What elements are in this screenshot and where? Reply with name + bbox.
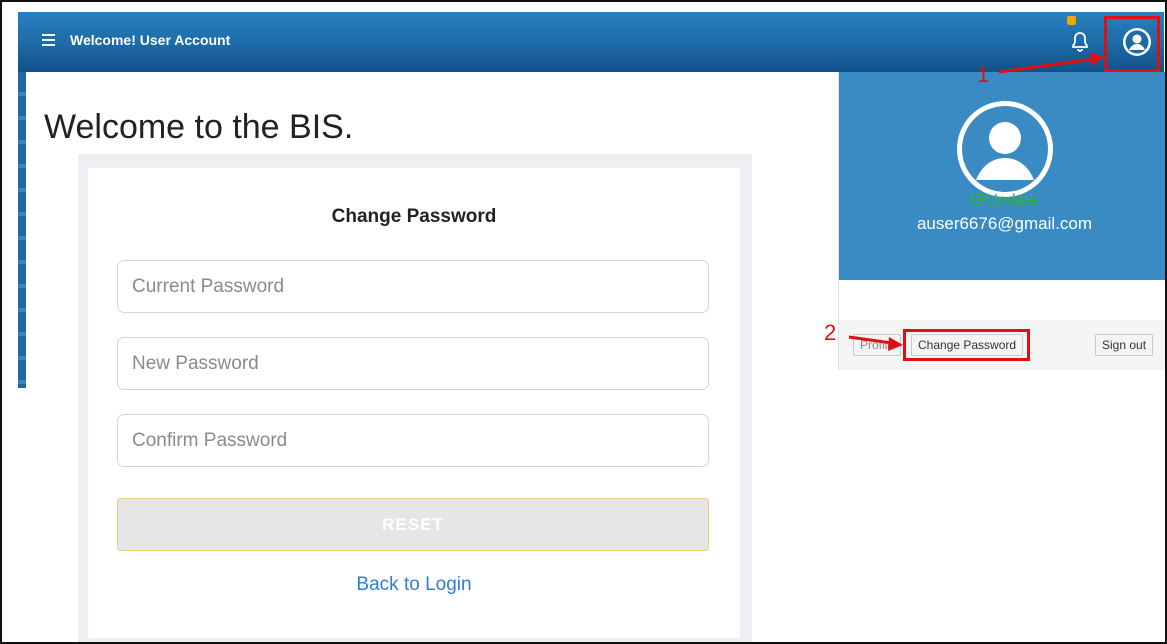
annotation-box-2	[903, 329, 1030, 361]
new-password-input[interactable]	[117, 337, 709, 390]
annotation-box-1	[1104, 16, 1160, 72]
user-dropdown: Update auser6676@gmail.com Profile Chang…	[838, 72, 1165, 370]
form-title: Change Password	[331, 206, 497, 227]
current-password-input[interactable]	[117, 260, 709, 313]
profile-button[interactable]: Profile	[853, 334, 902, 356]
update-profile-link[interactable]: Update	[839, 192, 1165, 210]
hamburger-icon[interactable]	[42, 34, 55, 46]
reset-button[interactable]: RESET	[117, 498, 709, 551]
user-avatar-large-icon	[957, 101, 1053, 197]
page-title: Welcome to the BIS.	[44, 108, 354, 146]
update-label: Update	[986, 192, 1038, 209]
top-navbar: Welcome! User Account	[18, 12, 1164, 72]
screenshot-frame: Welcome! User Account Welcome to the BIS…	[0, 0, 1167, 644]
back-to-login-link[interactable]: Back to Login	[88, 574, 740, 596]
change-password-card: Change Password RESET Back to Login	[88, 168, 740, 638]
edit-icon	[971, 193, 986, 205]
annotation-number-1: 1	[977, 62, 990, 87]
sidebar-edge	[18, 72, 26, 388]
dropdown-header: Update auser6676@gmail.com	[839, 72, 1165, 280]
bell-icon[interactable]	[1068, 30, 1092, 54]
sign-out-button[interactable]: Sign out	[1095, 334, 1154, 356]
notification-badge	[1067, 16, 1076, 25]
dropdown-body	[839, 280, 1165, 320]
annotation-number-2: 2	[824, 320, 837, 345]
navbar-title: Welcome! User Account	[70, 32, 231, 48]
user-email: auser6676@gmail.com	[916, 214, 1093, 233]
confirm-password-input[interactable]	[117, 414, 709, 467]
